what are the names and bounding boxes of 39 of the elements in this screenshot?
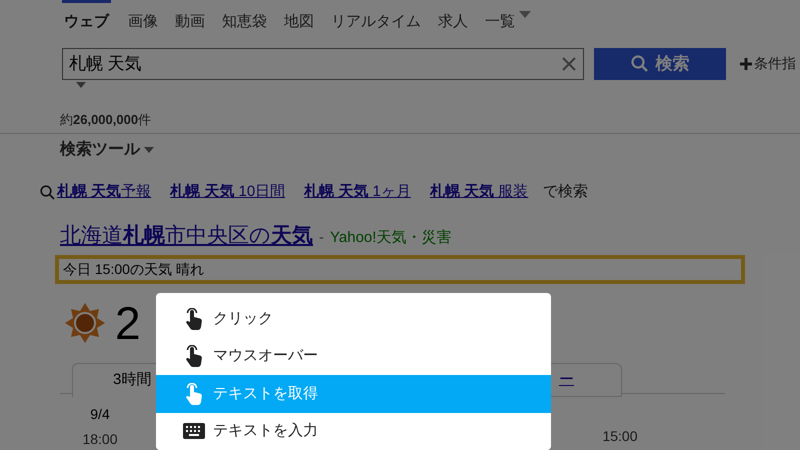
nav-tab[interactable]: 知恵袋 <box>222 0 267 34</box>
forecast-time: 15:00 <box>602 427 638 446</box>
conditions-link[interactable]: 条件指 <box>754 53 796 74</box>
search-tools-menu[interactable]: 検索ツール <box>60 138 140 162</box>
keyboard-icon <box>183 423 205 440</box>
close-icon[interactable] <box>561 56 577 72</box>
result-title-link[interactable]: 北海道札幌市中央区の天気 <box>60 220 313 251</box>
plus-icon <box>740 58 752 70</box>
related-search-link[interactable]: 札幌 天気 服装 <box>430 181 528 204</box>
nav-tab[interactable]: 画像 <box>128 0 158 34</box>
nav-tab[interactable]: ウェブ <box>62 0 111 34</box>
search-field[interactable]: 札幌 天気 <box>62 48 584 80</box>
nav-tab[interactable]: 求人 <box>438 0 468 34</box>
result-source: Yahoo!天気・災害 <box>330 228 452 248</box>
menu-item[interactable]: テキストを取得 <box>156 375 551 412</box>
search-icon <box>630 55 648 72</box>
related-search-link[interactable]: 札幌 天気 10日間 <box>170 181 286 204</box>
result-snippet: 今日 15:00の天気 晴れ <box>63 260 204 279</box>
search-button[interactable]: 検索 <box>594 48 726 80</box>
search-query: 札幌 天気 <box>69 52 143 75</box>
forecast-time: 18:00 <box>82 430 118 449</box>
result-count: 約26,000,000件 <box>59 110 152 128</box>
search-icon <box>40 184 55 200</box>
nav-tab[interactable]: 地図 <box>284 0 314 34</box>
sun-icon <box>65 303 105 343</box>
forecast-date: 9/4 <box>90 405 110 424</box>
caret-icon <box>144 147 154 153</box>
temperature: 2 <box>115 300 141 346</box>
related-search-link[interactable]: 札幌 天気 1ヶ月 <box>304 181 411 204</box>
nav-tab[interactable]: 動画 <box>175 0 205 34</box>
pointing-hand-icon <box>185 382 203 405</box>
separator: - <box>319 228 324 248</box>
pointing-hand-icon <box>185 345 203 368</box>
nav-tab[interactable]: 一覧 <box>485 0 515 34</box>
caret-icon <box>519 11 531 18</box>
pointing-hand-icon <box>185 308 203 330</box>
caret-icon[interactable] <box>76 82 86 88</box>
related-suffix: で検索 <box>543 182 588 202</box>
nav-tab[interactable]: リアルタイム <box>331 0 421 34</box>
